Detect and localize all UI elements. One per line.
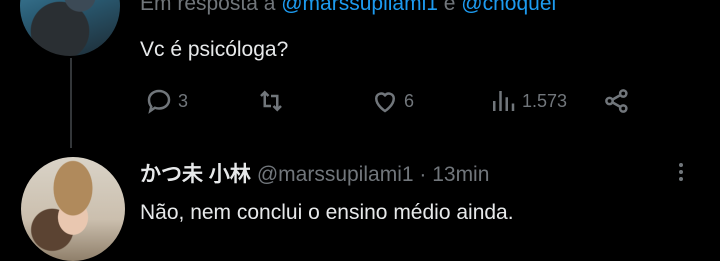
mention-link[interactable]: @choquei bbox=[461, 0, 556, 15]
timestamp[interactable]: · 13min bbox=[414, 163, 489, 186]
like-count: 6 bbox=[404, 90, 415, 111]
reply-count: 3 bbox=[178, 90, 189, 111]
retweet-button[interactable] bbox=[256, 86, 286, 116]
retweet-icon bbox=[260, 90, 282, 112]
more-icon bbox=[676, 163, 686, 181]
avatar[interactable] bbox=[20, 0, 120, 56]
like-button[interactable]: 6 bbox=[370, 86, 414, 116]
views-button[interactable]: 1.573 bbox=[488, 86, 567, 116]
reply-conjunction: e bbox=[437, 0, 462, 15]
more-button[interactable] bbox=[676, 160, 686, 190]
avatar[interactable] bbox=[21, 157, 125, 261]
mention-link[interactable]: @marssupilami1 bbox=[281, 0, 438, 15]
tweet-text: Vc é psicóloga? bbox=[140, 38, 289, 61]
reply-button[interactable]: 3 bbox=[144, 86, 188, 116]
reply-prefix: Em resposta a bbox=[140, 0, 282, 15]
views-icon bbox=[493, 91, 515, 111]
view-count: 1.573 bbox=[522, 90, 568, 111]
share-button[interactable] bbox=[602, 86, 632, 116]
tweet-text: Não, nem conclui o ensino médio ainda. bbox=[140, 201, 514, 224]
share-icon bbox=[605, 89, 628, 113]
user-handle[interactable]: @marssupilami1 bbox=[257, 163, 414, 186]
display-name[interactable]: かつ未 小林 bbox=[140, 163, 251, 186]
tweet-header: かつ未 小林 @marssupilami1 · 13min bbox=[140, 158, 489, 188]
thread-line bbox=[70, 58, 72, 148]
reply-icon bbox=[147, 89, 171, 114]
tweet-actions: 3 6 1.573 bbox=[140, 86, 640, 118]
reply-context: Em resposta a @marssupilami1 e @choquei bbox=[140, 0, 556, 16]
like-icon bbox=[374, 92, 396, 113]
